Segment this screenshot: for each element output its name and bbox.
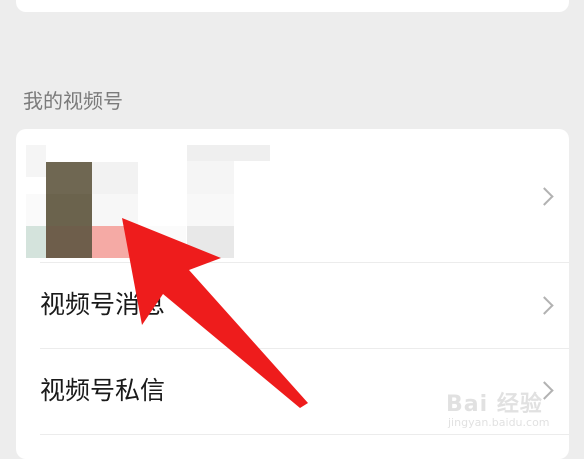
watermark-logo-text: Bai 经验: [446, 392, 543, 417]
section-title: 我的视频号: [23, 89, 123, 113]
menu-item-channel-messages[interactable]: 视频号消息: [16, 263, 569, 348]
avatar-pixel: [26, 145, 46, 177]
avatar-pixel: [138, 226, 186, 258]
chevron-right-icon: [535, 296, 554, 315]
chevron-right-icon: [535, 187, 554, 206]
channel-name-blurred: [187, 145, 270, 258]
name-pixel: [187, 161, 234, 194]
avatar-pixel: [26, 194, 46, 226]
baidu-watermark: Bai 经验 jingyan.baidu.com: [446, 386, 578, 438]
menu-item-label: 视频号消息: [40, 290, 166, 319]
name-pixel: [187, 226, 234, 258]
previous-section-card: [16, 0, 569, 12]
avatar-pixel: [92, 226, 138, 258]
avatar-pixel: [46, 194, 92, 226]
avatar-pixel: [26, 226, 46, 258]
channel-avatar-blurred: [26, 145, 186, 258]
name-pixel: [187, 145, 270, 161]
watermark-url: jingyan.baidu.com: [448, 416, 550, 429]
menu-item-label: 视频号私信: [40, 376, 166, 405]
name-pixel: [187, 194, 234, 226]
avatar-pixel: [46, 162, 92, 194]
channel-profile-row[interactable]: [16, 129, 569, 262]
avatar-pixel: [92, 162, 138, 194]
avatar-pixel: [46, 226, 92, 258]
avatar-pixel: [92, 194, 138, 226]
